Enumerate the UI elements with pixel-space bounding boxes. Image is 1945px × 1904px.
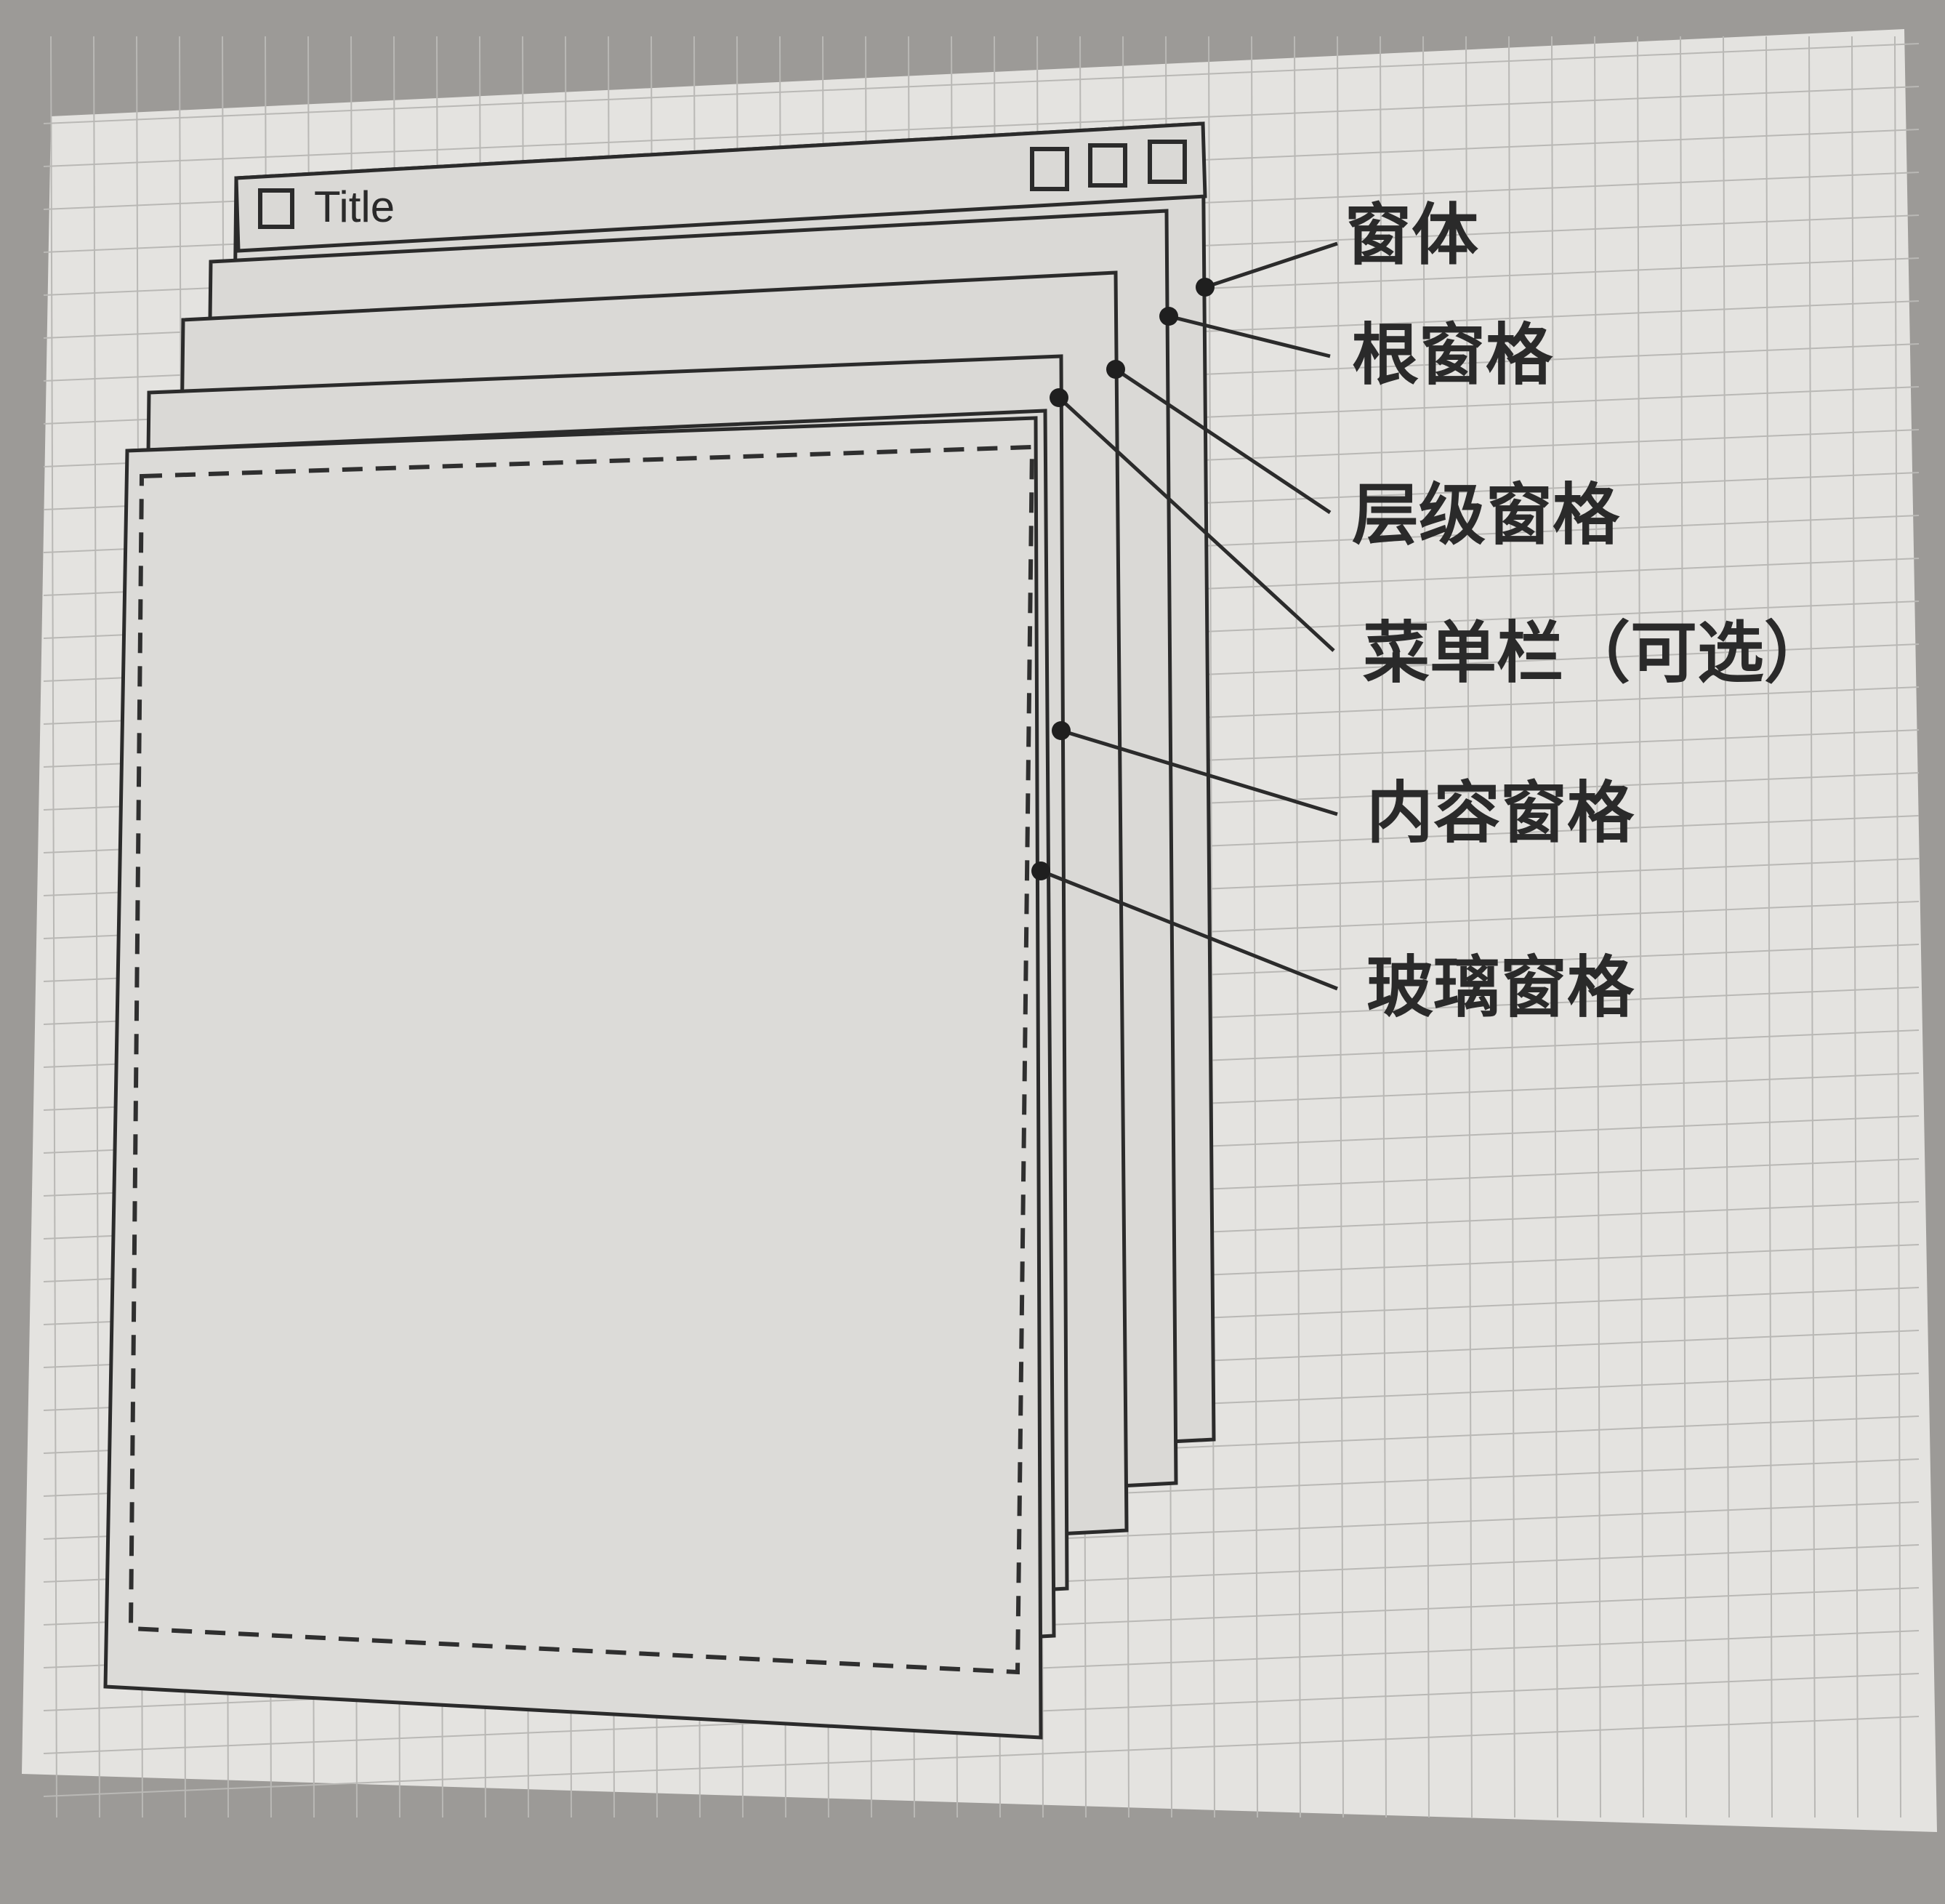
minimize-icon[interactable] [1030,147,1069,191]
glass-pane-callout-dot [1031,861,1050,880]
label-content-pane: 内容窗格 [1366,774,1635,852]
label-root-pane: 根窗格 [1352,316,1553,394]
menu-bar-callout-dot [1050,388,1068,407]
frame-callout-dot [1196,278,1215,297]
close-icon[interactable] [1148,140,1187,184]
maximize-icon[interactable] [1088,143,1127,188]
root-pane-callout-dot [1159,307,1178,326]
label-frame: 窗体 [1345,196,1478,274]
layered-pane-callout-dot [1106,360,1125,379]
label-layered-pane: 层级窗格 [1352,476,1620,554]
label-menu-bar: 菜单栏（可选） [1363,614,1831,692]
glass-pane-layer [103,416,1043,1740]
label-glass-pane: 玻璃窗格 [1366,949,1635,1027]
content-pane-callout-dot [1052,721,1071,740]
swing-layer-diagram: Title 窗体 根窗格 层级窗格 菜单栏（可选） 内容窗格 玻璃窗格 [0,0,1945,1901]
diagram-canvas: Title 窗体 根窗格 层级窗格 菜单栏（可选） 内容窗格 玻璃窗格 [22,29,1937,1832]
window-title: Title [314,182,395,231]
